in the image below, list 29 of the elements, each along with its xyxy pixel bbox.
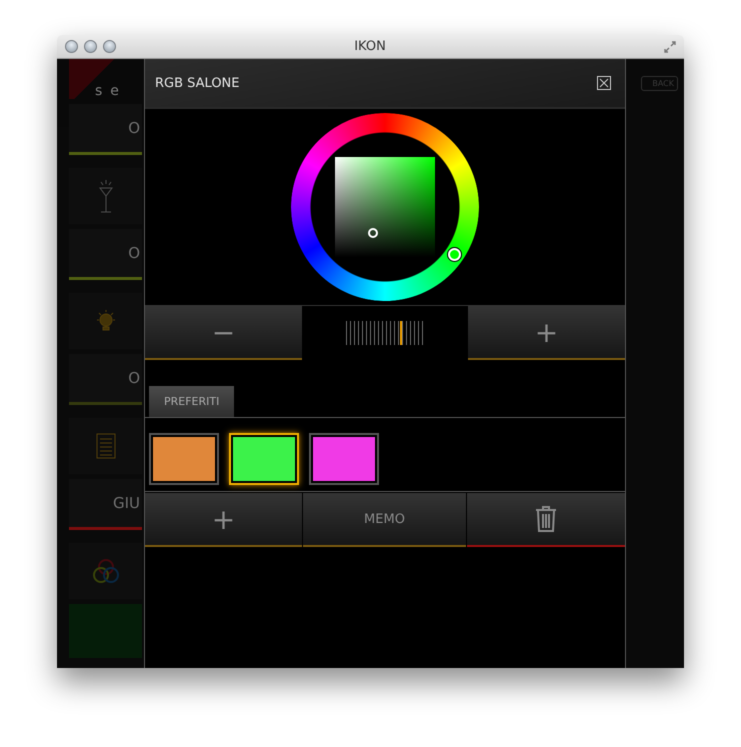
color-handle[interactable]: [368, 228, 378, 238]
window-title: IKON: [353, 39, 387, 54]
sidebar-tile[interactable]: [69, 418, 142, 474]
memo-button[interactable]: MEMO: [303, 493, 466, 547]
hue-handle[interactable]: [448, 248, 462, 261]
sidebar-tile[interactable]: O: [69, 104, 142, 155]
fullscreen-icon[interactable]: [664, 40, 676, 52]
rings-icon: [92, 558, 120, 584]
minimize-button[interactable]: [84, 40, 97, 53]
sidebar-tile[interactable]: [69, 293, 142, 349]
logo-text: se: [94, 83, 127, 99]
slider-thumb[interactable]: [400, 321, 402, 345]
favorites-tab[interactable]: PREFERITI: [149, 386, 234, 417]
sidebar-tile[interactable]: [69, 543, 142, 599]
zoom-button[interactable]: [103, 40, 116, 53]
sidebar-tile[interactable]: GIU: [69, 479, 142, 530]
panel-icon: [96, 433, 116, 459]
lamp-icon: [98, 178, 114, 214]
sidebar-tile[interactable]: O: [69, 354, 142, 405]
trash-icon: [535, 506, 557, 532]
saturation-square[interactable]: [335, 157, 435, 257]
sidebar-tile[interactable]: O: [69, 229, 142, 280]
plus-button[interactable]: +: [468, 306, 625, 360]
delete-button[interactable]: [467, 493, 625, 547]
add-button[interactable]: +: [145, 493, 302, 547]
dialog-title: RGB SALONE: [155, 76, 240, 90]
close-button[interactable]: [597, 76, 611, 90]
minus-button[interactable]: −: [145, 306, 302, 360]
sidebar-tile[interactable]: [69, 168, 142, 224]
